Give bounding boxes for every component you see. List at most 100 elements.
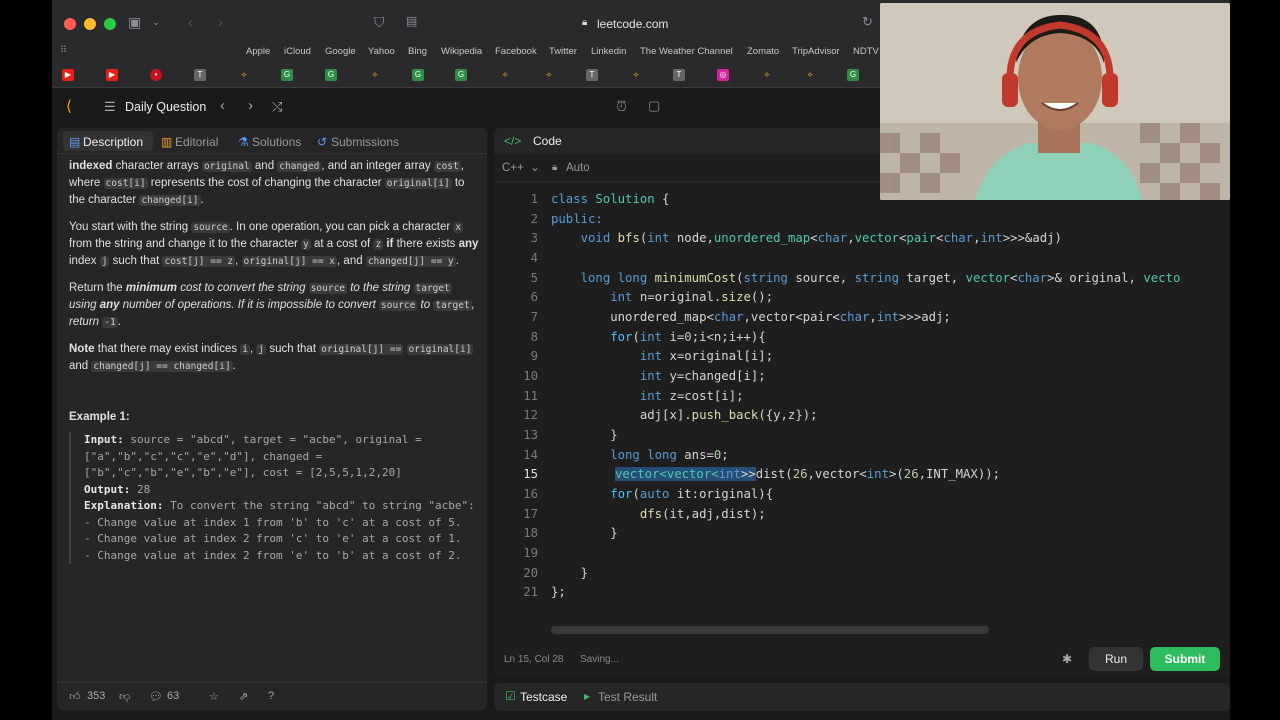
inline-code: j: [99, 256, 110, 267]
youtube-tab-icon[interactable]: ▶: [106, 69, 118, 81]
forward-icon[interactable]: ›: [218, 14, 223, 30]
prev-problem-icon[interactable]: ‹: [220, 97, 225, 114]
inline-code: source: [379, 300, 418, 311]
share-icon[interactable]: ⇗: [239, 690, 248, 703]
leetcode-tab-icon[interactable]: ⟡: [499, 69, 511, 81]
webcam-image: [880, 3, 1230, 200]
submissions-tab-icon: ↺: [317, 135, 328, 149]
leetcode-tab-icon[interactable]: ⟡: [630, 69, 642, 81]
text: Return the: [69, 282, 126, 294]
mode-label[interactable]: Auto: [566, 162, 590, 174]
favorite-link[interactable]: Bing: [408, 46, 427, 57]
leetcode-tab-icon[interactable]: ⟡: [543, 69, 555, 81]
site-tab-icon[interactable]: T: [673, 69, 685, 81]
inline-code: source: [308, 283, 348, 294]
bug-icon[interactable]: ✱: [1062, 652, 1072, 666]
inline-code: cost: [433, 161, 461, 172]
gfg-tab-icon[interactable]: G: [455, 69, 467, 81]
inline-code: y: [301, 239, 311, 250]
gfg-tab-icon[interactable]: G: [412, 69, 424, 81]
help-icon[interactable]: ?: [268, 690, 274, 702]
thumbs-up-icon[interactable]: 👍︎: [69, 690, 81, 703]
favorite-link[interactable]: Twitter: [549, 46, 577, 57]
site-tab-icon[interactable]: •: [150, 69, 162, 81]
tab-code[interactable]: Code: [533, 134, 562, 148]
leetcode-tab-icon[interactable]: ⟡: [804, 69, 816, 81]
favorite-link[interactable]: Facebook: [495, 46, 537, 57]
text: . In one operation, you can pick a chara…: [229, 221, 454, 233]
code-line: };: [551, 585, 566, 599]
text: You start with the string: [69, 221, 192, 233]
code-line-current: vector<vector<int>>dist(26,vector<int>(2…: [615, 467, 1001, 481]
gfg-tab-icon[interactable]: G: [847, 69, 859, 81]
leetcode-tab-icon[interactable]: ⟡: [761, 69, 773, 81]
line-number: 14: [523, 448, 538, 462]
tab-submissions[interactable]: Submissions: [331, 135, 399, 149]
favorite-link[interactable]: Apple: [246, 46, 270, 57]
code-line: adj[x].push_back({y,z});: [551, 408, 818, 422]
leetcode-tab-icon[interactable]: ⟡: [238, 69, 250, 81]
favorite-link[interactable]: Linkedin: [591, 46, 626, 57]
maximize-window-button[interactable]: [104, 18, 116, 30]
leetcode-tab-icon[interactable]: ⟡: [369, 69, 381, 81]
sidebar-toggle-icon[interactable]: ▣: [128, 14, 141, 31]
star-icon[interactable]: ☆: [209, 690, 219, 703]
favorite-link[interactable]: Zomato: [747, 46, 779, 57]
description-footer: 👍︎ 353 👎︎ 💬︎ 63 ☆ ⇗ ?: [57, 682, 487, 710]
site-tab-icon[interactable]: T: [194, 69, 206, 81]
gfg-tab-icon[interactable]: G: [281, 69, 293, 81]
notes-icon[interactable]: ▢: [648, 98, 660, 114]
horizontal-scrollbar[interactable]: [551, 626, 989, 634]
close-window-button[interactable]: [64, 18, 76, 30]
favorite-link[interactable]: iCloud: [284, 46, 311, 57]
tab-solutions[interactable]: Solutions: [252, 135, 301, 149]
test-panel-header: ☑ Testcase ▸ Test Result: [494, 683, 1230, 711]
reader-icon[interactable]: ▤: [406, 14, 417, 28]
reload-icon[interactable]: ↻: [862, 14, 873, 30]
next-problem-icon[interactable]: ›: [248, 97, 253, 114]
favorite-link[interactable]: TripAdvisor: [792, 46, 840, 57]
text: index: [69, 255, 100, 267]
submit-button[interactable]: Submit: [1150, 647, 1220, 671]
address-bar[interactable]: leetcode.com: [597, 17, 668, 31]
daily-question-link[interactable]: Daily Question: [125, 100, 206, 114]
inline-code: target: [433, 300, 472, 311]
tab-editorial[interactable]: Editorial: [175, 135, 218, 149]
tab-test-result[interactable]: Test Result: [598, 690, 657, 704]
line-number: 1: [530, 192, 538, 206]
back-icon[interactable]: ‹: [188, 14, 193, 30]
lock-icon: 🔒︎: [582, 17, 588, 28]
favorite-link[interactable]: Wikipedia: [441, 46, 482, 57]
tab-description[interactable]: Description: [83, 135, 143, 149]
timer-icon[interactable]: ⏰︎: [616, 98, 627, 115]
language-select[interactable]: C++: [502, 162, 524, 174]
favorite-link[interactable]: Yahoo: [368, 46, 395, 57]
example-block: Input: source = "abcd", target = "acbe",…: [69, 432, 479, 564]
thumbs-down-icon[interactable]: 👎︎: [119, 690, 130, 703]
minimize-window-button[interactable]: [84, 18, 96, 30]
leetcode-logo-icon[interactable]: ⟨: [66, 97, 72, 115]
code-icon: </>: [504, 134, 522, 148]
site-tab-icon[interactable]: T: [586, 69, 598, 81]
shuffle-icon[interactable]: ⤭: [272, 99, 282, 115]
chevron-down-icon[interactable]: ⌄: [152, 17, 160, 28]
text: represents the cost of changing the char…: [147, 177, 385, 189]
favorite-link[interactable]: Google: [325, 46, 356, 57]
line-number: 11: [523, 389, 538, 403]
favorite-link[interactable]: The Weather Channel: [640, 46, 733, 57]
tab-testcase[interactable]: Testcase: [520, 690, 567, 704]
gfg-tab-icon[interactable]: G: [325, 69, 337, 81]
description-tabs: ▤ Description ▥ Editorial ⚗ Solutions ↺ …: [57, 128, 487, 154]
youtube-tab-icon[interactable]: ▶: [62, 69, 74, 81]
run-button[interactable]: Run: [1089, 647, 1143, 671]
favorite-link[interactable]: NDTV: [853, 46, 879, 57]
privacy-shield-icon[interactable]: ⛉: [374, 14, 385, 31]
line-number: 8: [530, 330, 538, 344]
problem-list-icon[interactable]: ☰: [104, 99, 116, 115]
terminal-icon: ▸: [584, 689, 591, 703]
lock-icon: 🔒︎: [552, 162, 558, 173]
comment-icon[interactable]: 💬︎: [149, 690, 163, 703]
line-number: 16: [523, 487, 538, 501]
instagram-tab-icon[interactable]: ◎: [717, 69, 729, 81]
grid-icon[interactable]: ⠿: [60, 45, 67, 56]
